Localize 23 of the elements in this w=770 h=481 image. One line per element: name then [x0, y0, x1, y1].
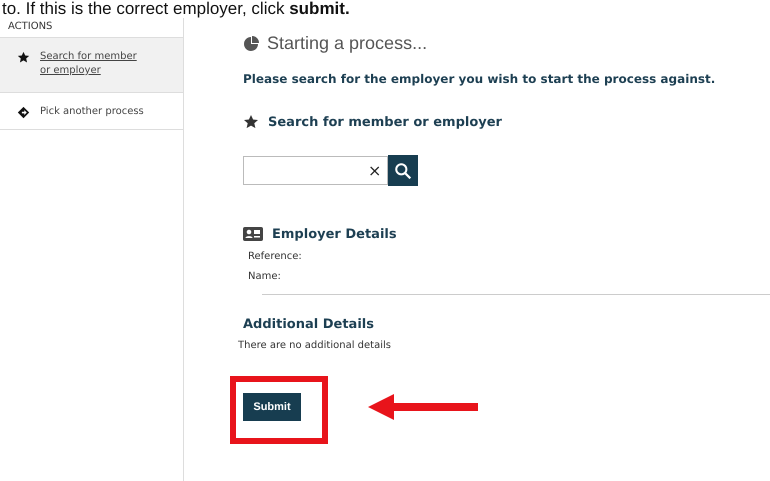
- field-label: Reference:: [248, 251, 303, 262]
- search-icon: [394, 162, 412, 180]
- field-label: Name:: [248, 271, 282, 282]
- info-text: There are no additional details: [238, 340, 392, 351]
- pie-chart-icon: [243, 36, 259, 52]
- clear-button[interactable]: ×: [368, 161, 382, 180]
- submit-button[interactable]: Submit: [243, 393, 301, 421]
- prompt-text: Please search for the employer you wish to start the process against.: [243, 72, 716, 86]
- sidebar-item[interactable]: Search for member or employer: [0, 37, 183, 92]
- sidebar-item[interactable]: Pick another process: [0, 92, 183, 130]
- search-button[interactable]: [388, 155, 418, 186]
- arrow-icon: [368, 394, 478, 420]
- page-title: Starting a process...: [267, 33, 428, 54]
- search-field[interactable]: ×: [243, 156, 388, 185]
- section-heading: Search for member or employer: [268, 114, 502, 130]
- direction-sign-icon: [17, 106, 30, 119]
- instruction-text: to. If this is the correct employer, click submit.: [1, 0, 351, 18]
- star-icon: [17, 51, 30, 64]
- section-heading: Employer Details: [272, 226, 397, 242]
- section-heading: Additional Details: [243, 317, 375, 332]
- star-icon: [243, 114, 259, 130]
- sidebar-title: ACTIONS: [7, 20, 54, 34]
- contact-card-icon: [243, 226, 263, 242]
